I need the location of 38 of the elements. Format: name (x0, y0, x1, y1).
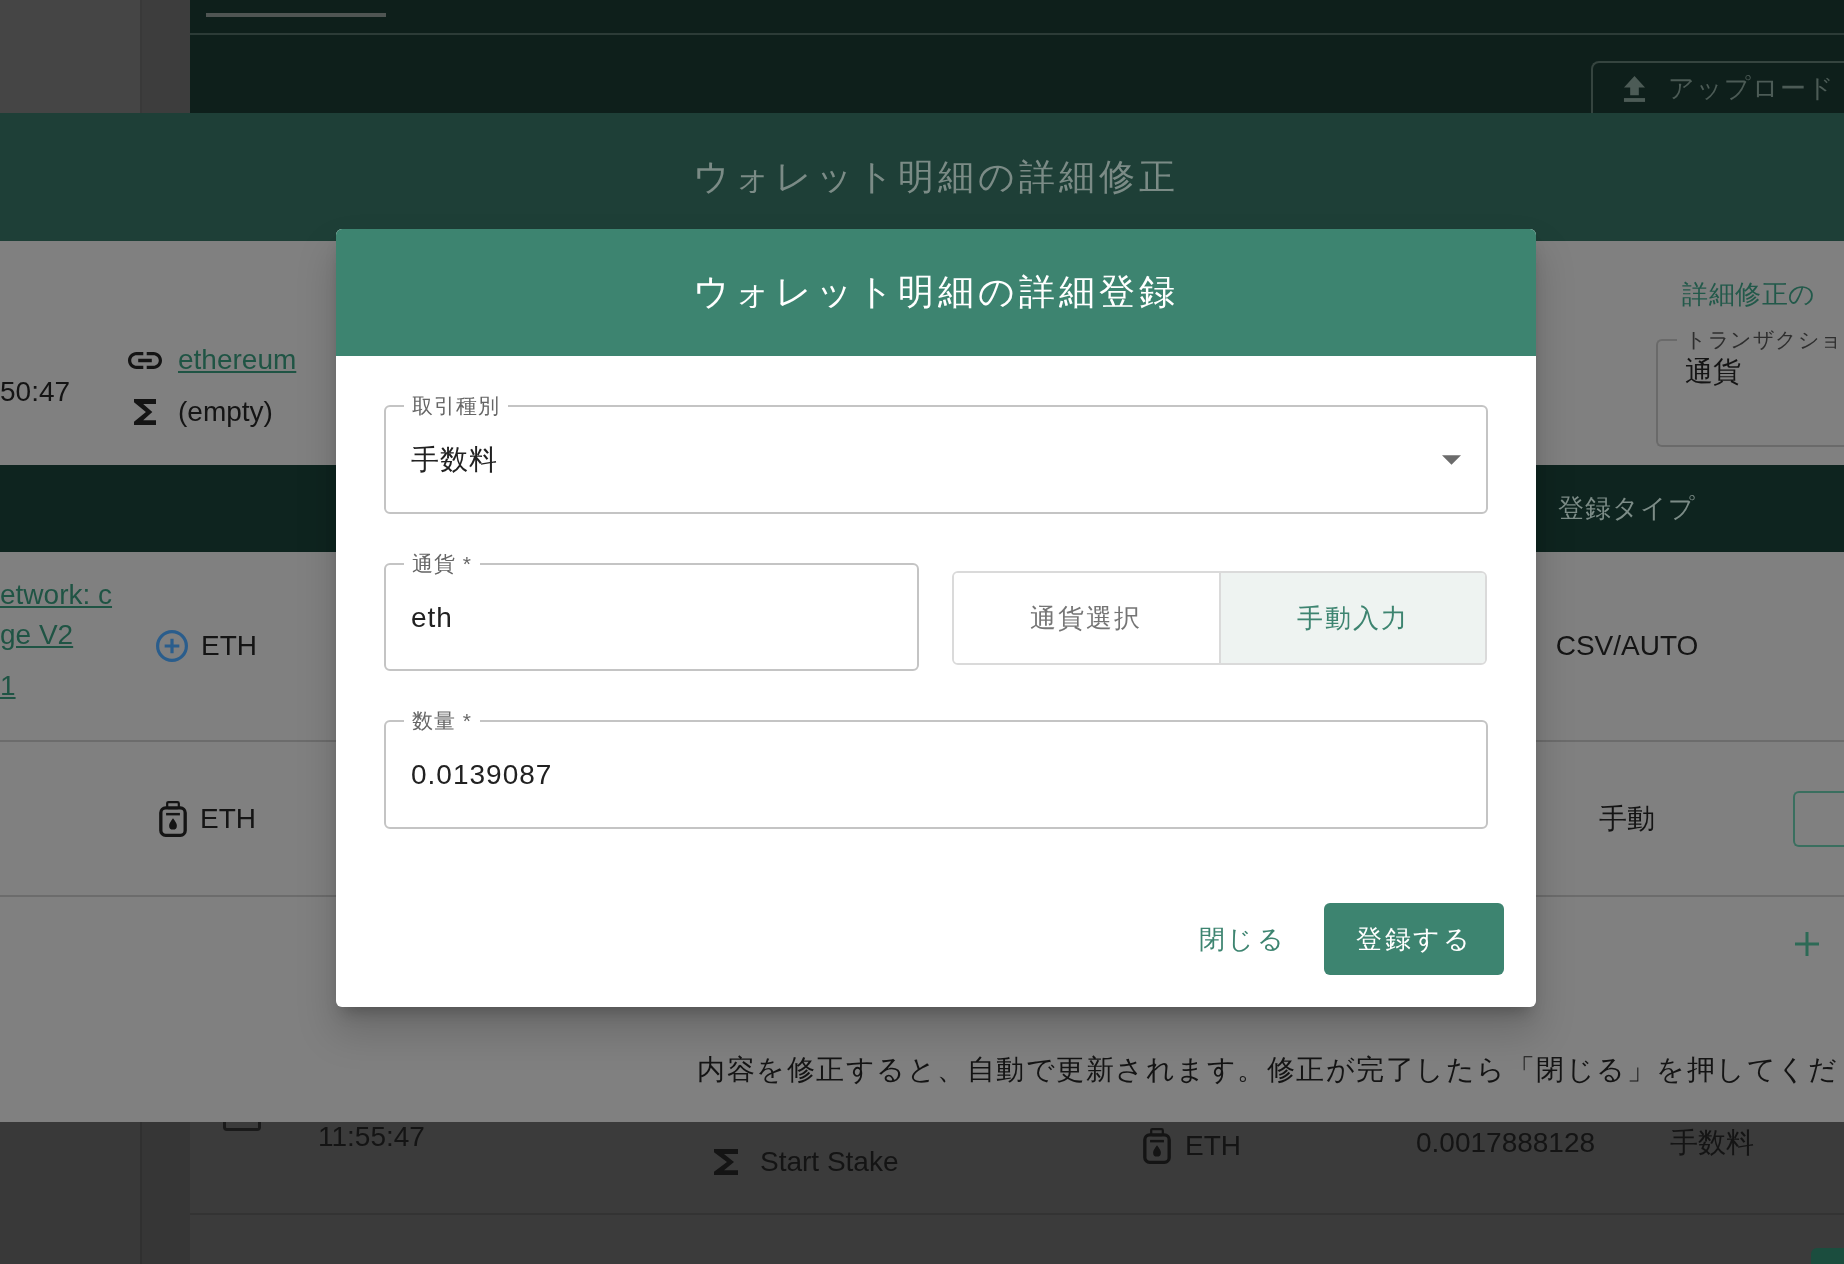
select-value: 手数料 (411, 443, 499, 477)
field-value: 通貨 (1685, 355, 1741, 389)
jar-icon (1143, 1128, 1171, 1164)
transaction-field[interactable]: トランザクショ 通貨 (1656, 327, 1844, 447)
link-icon (128, 351, 162, 369)
memo-text: (empty) (178, 396, 273, 428)
toggle-button[interactable]: 手動入力 (1218, 573, 1485, 663)
table-cell: ETH (201, 630, 257, 662)
checkbox[interactable] (223, 1122, 261, 1131)
add-button[interactable] (1795, 931, 1819, 956)
amount-field[interactable]: 数量 * 0.0139087 (384, 708, 1488, 829)
dialog-title: ウォレット明細の詳細登録 (693, 270, 1179, 314)
field-value: eth (411, 601, 454, 634)
table-cell: ETH (200, 802, 256, 835)
table-cell: CSV/AUTO (1555, 630, 1699, 661)
dialog-title: ウォレット明細の詳細修正 (693, 154, 1179, 199)
currency-field[interactable]: 通貨 * eth (384, 551, 919, 671)
submit-button[interactable]: 登録する (1324, 903, 1504, 975)
close-button[interactable]: 閉じる (1182, 903, 1302, 975)
field-label: 取引種別 (411, 393, 501, 419)
action-button[interactable] (1811, 1248, 1844, 1264)
row-action-button[interactable] (1793, 790, 1844, 847)
field-value: 0.0139087 (411, 759, 554, 791)
column-header: 登録タイプ (1558, 493, 1696, 523)
plus-circle-icon (156, 630, 188, 662)
notice-text: 内容を修正すると、自動で更新されます。修正が完了したら「閉じる」を押してくだ (697, 1054, 1838, 1085)
jar-icon (159, 800, 187, 837)
time-text: 50:47 (0, 377, 71, 407)
field-label: トランザクショ (1684, 327, 1844, 353)
table-cell: 手動 (1599, 802, 1655, 834)
field-label: 通貨 * (411, 551, 473, 577)
field-label: 数量 * (411, 708, 473, 734)
section-heading: 詳細修正の (1682, 278, 1816, 310)
transaction-type-select[interactable]: 取引種別 手数料 (384, 393, 1488, 514)
upload-icon (1623, 74, 1646, 102)
sigma-icon (714, 1149, 738, 1175)
sigma-icon (134, 399, 156, 425)
plus-icon (1795, 931, 1819, 956)
